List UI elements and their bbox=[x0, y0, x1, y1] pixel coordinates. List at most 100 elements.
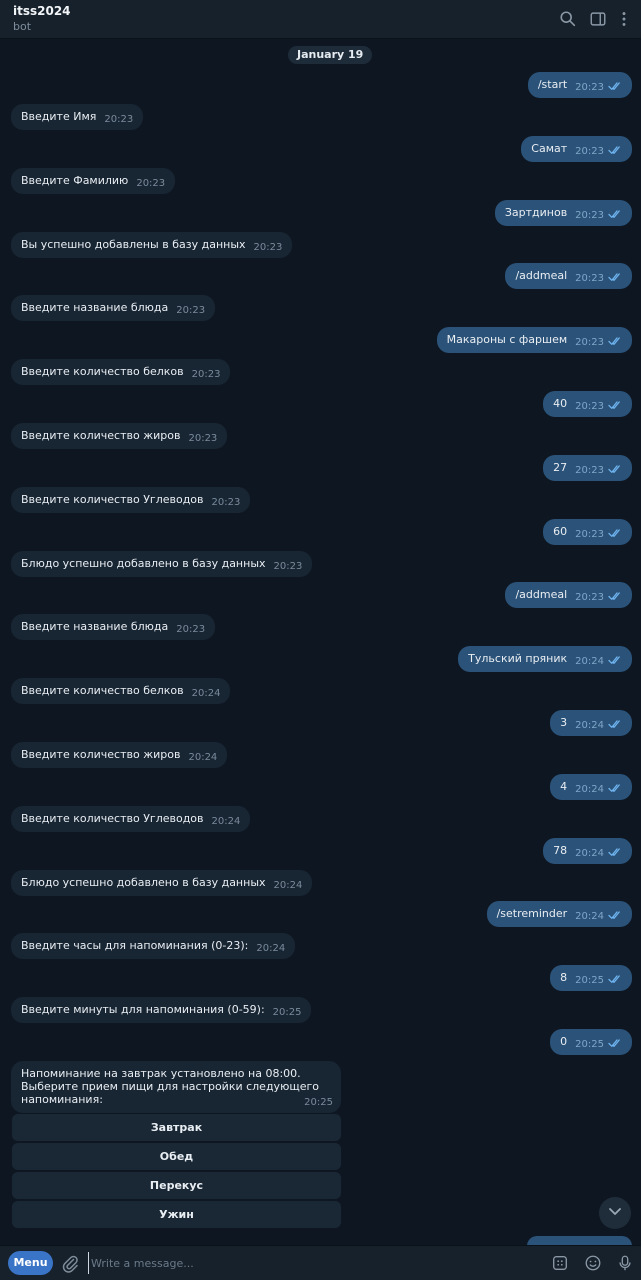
message-row: 3 20:24 bbox=[0, 710, 641, 736]
message-time: 20:23 bbox=[575, 273, 604, 284]
read-check-icon bbox=[608, 458, 622, 484]
reminder-line-3: напоминания: bbox=[21, 1093, 103, 1106]
read-check-icon bbox=[608, 585, 622, 611]
keyboard-button-snack[interactable]: Перекус bbox=[12, 1172, 341, 1199]
message-time: 20:24 bbox=[575, 911, 604, 922]
search-icon[interactable] bbox=[557, 8, 579, 30]
read-check-icon bbox=[608, 904, 622, 930]
message-row: Введите количество жиров 20:24 bbox=[0, 742, 641, 768]
microphone-icon[interactable] bbox=[615, 1253, 635, 1273]
emoji-icon[interactable] bbox=[583, 1253, 603, 1273]
read-check-icon bbox=[608, 1032, 622, 1058]
keyboard-button-breakfast[interactable]: Завтрак bbox=[12, 1114, 341, 1141]
message-text: 27 bbox=[553, 461, 568, 474]
message-time: 20:24 bbox=[575, 720, 604, 731]
message-row: Введите название блюда 20:23 bbox=[0, 295, 641, 321]
message-time: 20:25 bbox=[575, 975, 604, 986]
message-row: 27 20:23 bbox=[0, 455, 641, 481]
read-check-icon bbox=[608, 139, 622, 165]
chat-title[interactable]: itss2024 bbox=[13, 4, 71, 18]
keyboard-button-dinner[interactable]: Ужин bbox=[12, 1201, 341, 1228]
message-text: 8 bbox=[560, 971, 568, 984]
outgoing-message: 0 20:25 bbox=[550, 1029, 632, 1055]
message-time: 20:23 bbox=[575, 401, 604, 412]
chevron-down-icon bbox=[607, 1203, 623, 1223]
message-time: 20:23 bbox=[575, 210, 604, 221]
message-time: 20:25 bbox=[575, 1039, 604, 1050]
message-text: /setreminder bbox=[496, 907, 568, 920]
sidebar-toggle-icon[interactable] bbox=[587, 8, 609, 30]
message-row: Самат 20:23 bbox=[0, 136, 641, 162]
read-check-icon bbox=[608, 330, 622, 356]
message-time: 20:23 bbox=[176, 305, 206, 316]
message-text: Вы успешно добавлены в базу данных bbox=[21, 238, 246, 251]
message-time: 20:25 bbox=[304, 1097, 333, 1108]
message-text: 78 bbox=[553, 844, 568, 857]
message-text: 4 bbox=[560, 780, 568, 793]
message-row: 4 20:24 bbox=[0, 774, 641, 800]
incoming-message: Введите количество белков 20:24 bbox=[11, 678, 231, 704]
message-time: 20:24 bbox=[575, 784, 604, 795]
incoming-message: Блюдо успешно добавлено в базу данных 20:… bbox=[11, 870, 313, 896]
message-text: Введите часы для напоминания (0-23): bbox=[21, 939, 249, 952]
message-text: Введите количество жиров bbox=[21, 748, 181, 761]
message-text: Введите Фамилию bbox=[21, 174, 129, 187]
message-time: 20:23 bbox=[575, 82, 604, 93]
message-text: 40 bbox=[553, 397, 568, 410]
message-text: Самат bbox=[531, 142, 568, 155]
message-text: 60 bbox=[553, 525, 568, 538]
message-row: Введите часы для напоминания (0-23): 20:2… bbox=[0, 933, 641, 959]
message-time: 20:23 bbox=[575, 146, 604, 157]
message-time: 20:23 bbox=[575, 465, 604, 476]
more-options-icon[interactable] bbox=[613, 8, 635, 30]
message-time: 20:23 bbox=[188, 433, 218, 444]
message-row: 0 20:25 bbox=[0, 1029, 641, 1055]
incoming-message: Введите количество белков 20:23 bbox=[11, 359, 231, 385]
message-text: /start bbox=[537, 78, 568, 91]
incoming-message: Введите Фамилию 20:23 bbox=[11, 168, 176, 194]
message-row: Введите количество белков 20:24 bbox=[0, 678, 641, 704]
scroll-down-button[interactable] bbox=[599, 1197, 631, 1229]
message-list[interactable]: January 19 /start 20:23 Введите Имя 20:23 Са… bbox=[0, 40, 641, 1245]
paperclip-icon[interactable] bbox=[60, 1253, 80, 1273]
reminder-line-1: Напоминание на завтрак установлено на 08… bbox=[21, 1067, 301, 1080]
message-text: 3 bbox=[560, 716, 568, 729]
reminder-message: Напоминание на завтрак установлено на 08… bbox=[11, 1061, 341, 1113]
message-time: 20:23 bbox=[176, 624, 206, 635]
incoming-message: Введите количество жиров 20:24 bbox=[11, 742, 228, 768]
message-text: Зартдинов bbox=[504, 206, 568, 219]
message-input[interactable] bbox=[88, 1252, 528, 1274]
outgoing-message: Тульский пряник 20:24 bbox=[458, 646, 632, 672]
keyboard-button-lunch[interactable]: Обед bbox=[12, 1143, 341, 1170]
message-text: Введите количество Углеводов bbox=[21, 812, 204, 825]
message-row: Введите Фамилию 20:23 bbox=[0, 168, 641, 194]
message-row: Введите название блюда 20:23 bbox=[0, 614, 641, 640]
outgoing-message: 78 20:24 bbox=[543, 838, 632, 864]
read-check-icon bbox=[608, 649, 622, 675]
read-check-icon bbox=[608, 203, 622, 229]
incoming-message: Введите название блюда 20:23 bbox=[11, 295, 216, 321]
message-time: 20:23 bbox=[104, 114, 134, 125]
message-row: Введите Имя 20:23 bbox=[0, 104, 641, 130]
outgoing-message: 8 20:25 bbox=[550, 965, 632, 991]
message-text: Тульский пряник bbox=[468, 652, 568, 665]
message-time: 20:23 bbox=[273, 561, 303, 572]
chat-header: itss2024 bot bbox=[0, 0, 641, 39]
message-row: 60 20:23 bbox=[0, 519, 641, 545]
message-row: Введите количество Углеводов 20:24 bbox=[0, 806, 641, 832]
message-row: Введите количество Углеводов 20:23 bbox=[0, 487, 641, 513]
message-row: Введите минуты для напоминания (0-59): 20… bbox=[0, 997, 641, 1023]
read-check-icon bbox=[608, 713, 622, 739]
message-row: Вы успешно добавлены в базу данных 20:23 bbox=[0, 232, 641, 258]
message-time: 20:23 bbox=[211, 497, 241, 508]
incoming-message: Введите количество Углеводов 20:23 bbox=[11, 487, 251, 513]
message-time: 20:24 bbox=[575, 656, 604, 667]
message-row: /addmeal 20:23 bbox=[0, 263, 641, 289]
outgoing-message: 27 20:23 bbox=[543, 455, 632, 481]
menu-button[interactable]: Menu bbox=[8, 1251, 53, 1275]
bot-commands-icon[interactable] bbox=[550, 1253, 570, 1273]
message-row: Блюдо успешно добавлено в базу данных 20:… bbox=[0, 551, 641, 577]
message-row: 40 20:23 bbox=[0, 391, 641, 417]
message-text: Введите количество белков bbox=[21, 365, 184, 378]
outgoing-message: 3 20:24 bbox=[550, 710, 632, 736]
